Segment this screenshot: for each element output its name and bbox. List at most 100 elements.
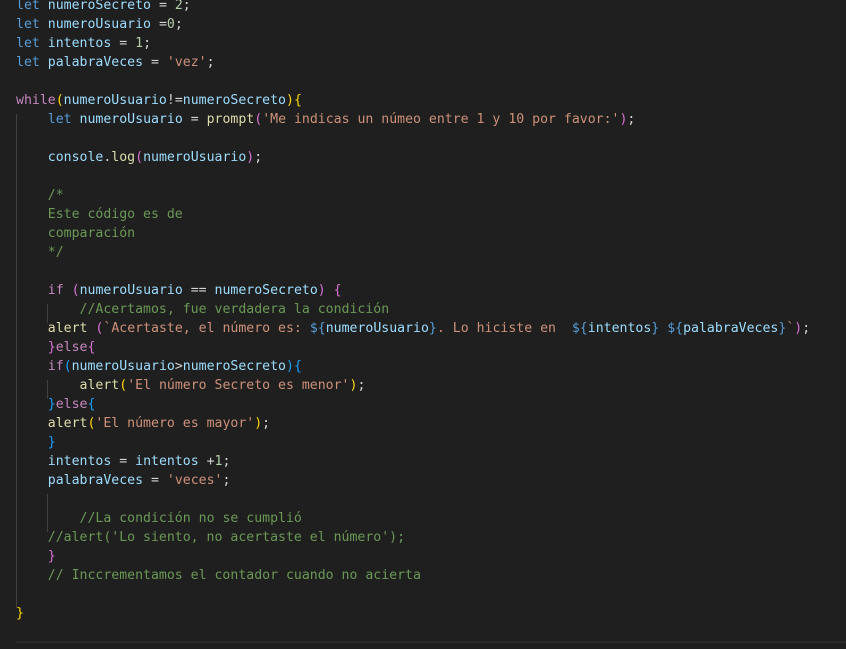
code-token: !=: [166, 93, 183, 108]
code-line[interactable]: }else{: [16, 395, 96, 414]
code-line[interactable]: }: [16, 547, 56, 566]
code-token: =: [143, 473, 167, 488]
code-line[interactable]: console.log(numeroUsuario);: [16, 148, 262, 167]
code-line[interactable]: }: [16, 433, 56, 452]
code-token: 'Me indicas un númeo entre 1 y 10 por fa…: [262, 112, 620, 127]
code-token: log: [111, 150, 136, 165]
code-token: let: [16, 36, 40, 51]
code-line[interactable]: comparación: [16, 224, 135, 243]
code-token: 2: [174, 0, 183, 13]
code-token: //La condición no se cumplió: [79, 511, 302, 526]
code-token: {: [293, 93, 302, 108]
code-line[interactable]: // Inccrementamos el contador cuando no …: [16, 566, 421, 585]
code-token: numeroUsuario: [47, 17, 151, 32]
code-token: (: [63, 359, 72, 374]
code-token: numeroUsuario: [79, 283, 183, 298]
code-token: //Acertamos, fue verdadera la condición: [79, 302, 390, 317]
code-token: ;: [182, 0, 191, 13]
code-token: }: [47, 397, 56, 412]
code-token: //alert('Lo siento, no acertaste el núme…: [47, 530, 406, 545]
code-line[interactable]: //Acertamos, fue verdadera la condición: [16, 300, 390, 319]
code-token: Este código es de: [47, 207, 183, 222]
code-token: =: [143, 55, 167, 70]
code-line[interactable]: //La condición no se cumplió: [16, 509, 302, 528]
code-line[interactable]: if (numeroUsuario == numeroSecreto) {: [16, 281, 342, 300]
code-token: }: [16, 606, 24, 621]
code-line[interactable]: intentos = intentos +1;: [16, 452, 231, 471]
code-token: numeroUsuario: [79, 112, 183, 127]
code-token: if: [47, 283, 64, 298]
code-token: /*: [47, 188, 64, 203]
code-token: ): [254, 416, 263, 431]
code-token: ;: [357, 378, 366, 393]
code-token: }: [47, 549, 56, 564]
code-token: comparación: [47, 226, 136, 241]
code-token: numeroUsuario: [63, 93, 167, 108]
code-token: numeroUsuario: [143, 150, 247, 165]
code-token: (: [135, 150, 144, 165]
code-token: let: [16, 55, 40, 70]
code-line[interactable]: let intentos = 1;: [16, 34, 151, 53]
code-token: */: [47, 245, 64, 260]
code-token: =: [151, 17, 167, 32]
code-token: numeroSecreto: [47, 0, 151, 13]
code-line[interactable]: if(numeroUsuario>numeroSecreto){: [16, 357, 302, 376]
code-editor[interactable]: let numeroSecreto = 2; let numeroUsuario …: [0, 0, 846, 649]
code-token: 0: [166, 17, 175, 32]
code-token: if: [47, 359, 64, 374]
code-token: (: [119, 378, 128, 393]
code-line[interactable]: //alert('Lo siento, no acertaste el núme…: [16, 528, 405, 547]
code-token: let: [16, 0, 40, 13]
code-token: ): [285, 93, 294, 108]
code-token: =: [111, 36, 136, 51]
code-token: {: [333, 283, 342, 298]
code-line[interactable]: Este código es de: [16, 205, 183, 224]
code-line[interactable]: }: [16, 604, 24, 623]
code-token: let: [16, 17, 40, 32]
code-token: intentos: [587, 321, 652, 336]
code-token: palabraVeces: [47, 55, 144, 70]
code-line[interactable]: palabraVeces = 'veces';: [16, 471, 231, 490]
code-line[interactable]: let numeroUsuario = prompt('Me indicas u…: [16, 110, 636, 129]
code-line[interactable]: while(numeroUsuario!=numeroSecreto){: [16, 91, 302, 110]
code-token: 1: [214, 454, 223, 469]
code-line[interactable]: let numeroUsuario =0;: [16, 15, 183, 34]
code-token: alert: [47, 321, 88, 336]
code-token: ${: [667, 321, 684, 336]
code-token: console: [47, 150, 104, 165]
code-line[interactable]: alert (`Acertaste, el número es: ${numer…: [16, 319, 810, 338]
code-token: {: [87, 340, 96, 355]
code-token: ;: [262, 416, 271, 431]
code-token: ;: [802, 321, 811, 336]
editor-bottom-divider: [16, 641, 846, 643]
code-token: }: [47, 435, 56, 450]
code-line[interactable]: let palabraVeces = 'vez';: [16, 53, 215, 72]
code-token: numeroUsuario: [325, 321, 429, 336]
code-line[interactable]: let numeroSecreto = 2;: [16, 0, 191, 15]
code-line[interactable]: alert('El número Secreto es menor');: [16, 376, 366, 395]
code-token: . Lo hiciste en: [436, 321, 572, 336]
code-line[interactable]: /*: [16, 186, 64, 205]
code-line[interactable]: alert('El número es mayor');: [16, 414, 270, 433]
code-line[interactable]: */: [16, 243, 64, 262]
code-line[interactable]: }else{: [16, 338, 96, 357]
code-token: intentos: [47, 36, 112, 51]
